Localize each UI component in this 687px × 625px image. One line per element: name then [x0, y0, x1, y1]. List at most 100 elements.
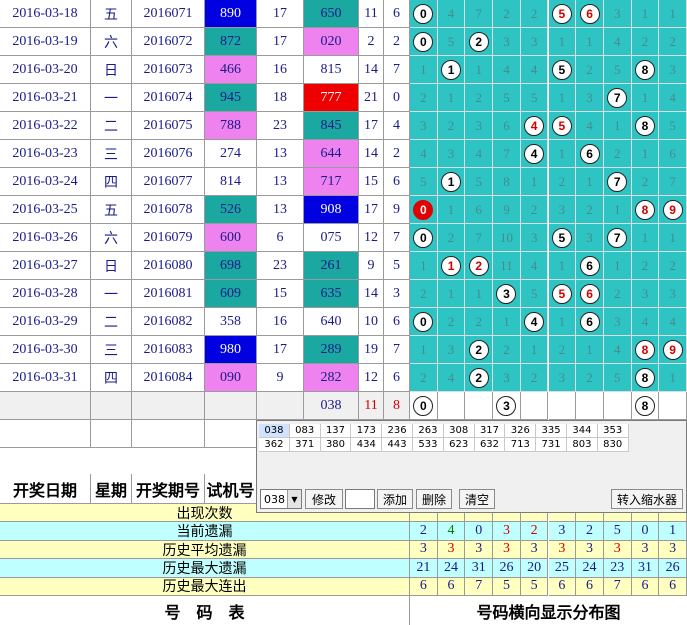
miss-cell: 3 [631, 280, 660, 308]
number-list-item[interactable]: 623 [443, 438, 475, 452]
delete-button[interactable]: 删除 [416, 489, 452, 509]
number-list-item[interactable]: 344 [567, 424, 598, 438]
modify-button[interactable]: 修改 [305, 489, 343, 509]
number-list-item[interactable]: 713 [505, 438, 537, 452]
miss-cell: 1 [548, 84, 577, 112]
miss-cell: 9 [659, 336, 687, 364]
miss-cell: 4 [493, 56, 521, 84]
cell-trial: 698 [205, 252, 257, 280]
number-list-item[interactable]: 803 [567, 438, 598, 452]
number-list-item[interactable]: 038 [259, 424, 290, 438]
cell-issue: 2016081 [132, 280, 205, 308]
miss-cell: 7 [659, 168, 687, 196]
miss-cell: 2 [465, 336, 494, 364]
miss-cell: 5 [548, 56, 577, 84]
number-ball: 1 [441, 59, 462, 80]
shrink-button[interactable]: 转入缩水器 [611, 489, 683, 509]
cell-issue: 2016072 [132, 28, 205, 56]
miss-cell: 5 [410, 168, 438, 196]
number-select[interactable]: 038 ▼ [260, 489, 302, 509]
number-list-item[interactable]: 380 [320, 438, 352, 452]
stat-value: 7 [603, 577, 632, 596]
cell-trial: 466 [205, 56, 257, 84]
number-list-item[interactable]: 173 [351, 424, 383, 438]
stat-value: 6 [631, 577, 660, 596]
cell-draw: 289 [304, 336, 359, 364]
miss-cell: 5 [493, 84, 521, 112]
cell-issue: 2016084 [132, 364, 205, 392]
number-list-item[interactable]: 317 [474, 424, 506, 438]
number-ball: 3 [496, 395, 517, 416]
cell-week: 五 [91, 0, 132, 28]
number-list-item[interactable]: 533 [413, 438, 444, 452]
miss-cell: 5 [603, 364, 632, 392]
number-ball: 8 [634, 115, 655, 136]
cell-issue: 2016082 [132, 308, 205, 336]
miss-cell: 3 [603, 308, 632, 336]
summary-issue [132, 392, 205, 420]
number-list-item[interactable]: 137 [320, 424, 352, 438]
cell-d: 3 [384, 280, 410, 308]
miss-cell: 1 [548, 308, 577, 336]
number-ball: 0 [413, 199, 434, 220]
number-ball: 0 [413, 227, 434, 248]
number-list-item[interactable]: 326 [505, 424, 537, 438]
miss-cell: 1 [410, 56, 438, 84]
header-issue: 开奖期号 [132, 474, 205, 504]
number-ball: 0 [413, 311, 434, 332]
number-select-value: 038 [264, 492, 285, 506]
miss-cell: 9 [659, 196, 687, 224]
stat-value: 5 [493, 577, 521, 596]
stat-value: 3 [493, 522, 521, 541]
summary-date [0, 392, 91, 420]
stat-label: 历史平均遗漏 [0, 540, 410, 560]
miss-cell: 2 [465, 28, 494, 56]
miss-cell: 1 [631, 224, 660, 252]
number-list-item[interactable]: 353 [597, 424, 629, 438]
miss-cell: 4 [520, 308, 549, 336]
miss-cell: 3 [437, 336, 466, 364]
number-list-item[interactable]: 236 [382, 424, 413, 438]
miss-cell: 5 [437, 28, 466, 56]
miss-cell: 1 [520, 168, 549, 196]
number-ball: 2 [468, 339, 489, 360]
number-list-item[interactable]: 434 [351, 438, 383, 452]
number-list-item[interactable]: 731 [536, 438, 567, 452]
number-list-item[interactable]: 371 [289, 438, 321, 452]
number-ball: 6 [579, 283, 600, 304]
miss-cell: 1 [437, 196, 466, 224]
stat-value: 20 [520, 559, 549, 578]
summary-draw: 038 [304, 392, 359, 420]
cell-issue: 2016076 [132, 140, 205, 168]
chevron-down-icon[interactable]: ▼ [287, 490, 301, 508]
number-list-item[interactable]: 443 [382, 438, 413, 452]
cell-d: 6 [384, 0, 410, 28]
miss-cell: 1 [576, 28, 604, 56]
number-list-item[interactable]: 830 [597, 438, 629, 452]
cell-a: 6 [257, 224, 304, 252]
number-input[interactable] [345, 489, 375, 509]
miss-cell: 1 [437, 168, 466, 196]
cell-a: 9 [257, 364, 304, 392]
add-button[interactable]: 添加 [377, 489, 413, 509]
cell-s: 9 [359, 252, 384, 280]
stat-value: 31 [465, 559, 494, 578]
stat-value: 26 [659, 559, 687, 578]
cell-week: 日 [91, 252, 132, 280]
number-list-item[interactable]: 632 [474, 438, 506, 452]
miss-cell: 1 [576, 168, 604, 196]
number-ball: 1 [441, 255, 462, 276]
number-list-item[interactable]: 335 [536, 424, 567, 438]
cell-issue: 2016075 [132, 112, 205, 140]
number-list-item[interactable]: 263 [413, 424, 444, 438]
blank-cell [132, 420, 205, 448]
cell-draw: 282 [304, 364, 359, 392]
number-list-item[interactable]: 308 [443, 424, 475, 438]
number-list-item[interactable]: 083 [289, 424, 321, 438]
miss-cell: 0 [410, 196, 438, 224]
cell-date: 2016-03-22 [0, 112, 91, 140]
number-list-item[interactable]: 362 [259, 438, 290, 452]
number-ball: 6 [579, 255, 600, 276]
clear-button[interactable]: 清空 [459, 489, 495, 509]
blank-cell [91, 420, 132, 448]
